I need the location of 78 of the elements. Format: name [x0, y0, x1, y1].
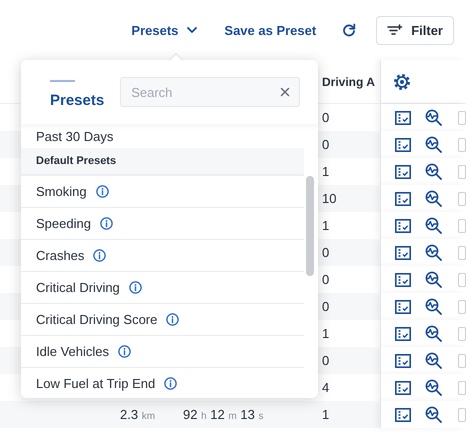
table-cell: 0	[322, 272, 330, 287]
info-icon[interactable]	[100, 217, 113, 230]
table-cell: 1	[322, 218, 330, 233]
magnifier-chart-icon[interactable]	[425, 109, 442, 126]
preset-item[interactable]: Smoking	[36, 184, 87, 199]
table-cell: 1	[322, 326, 330, 341]
row-checkbox[interactable]	[458, 326, 466, 340]
info-icon[interactable]	[128, 281, 142, 294]
row-checkbox[interactable]	[458, 272, 466, 286]
preset-item[interactable]: Critical Driving	[36, 280, 120, 295]
filter-icon	[387, 24, 404, 36]
clear-icon[interactable]	[280, 87, 290, 97]
scrollbar-thumb[interactable]	[306, 176, 314, 276]
table-cell: 4	[322, 380, 330, 395]
table-cell: 10	[322, 191, 336, 206]
table-cell: 1	[322, 164, 330, 179]
info-icon[interactable]	[96, 185, 109, 198]
info-icon[interactable]	[118, 345, 131, 358]
table-cell: 0	[322, 137, 330, 152]
info-icon[interactable]	[164, 377, 178, 390]
refresh-icon[interactable]	[342, 23, 356, 37]
checklist-icon[interactable]	[395, 380, 411, 394]
preset-item[interactable]: Crashes	[36, 248, 84, 263]
preset-item[interactable]: Critical Driving Score	[36, 312, 158, 327]
row-checkbox[interactable]	[458, 408, 466, 422]
column-header[interactable]: Driving A	[322, 74, 375, 88]
magnifier-chart-icon[interactable]	[425, 406, 442, 423]
row-checkbox[interactable]	[458, 300, 466, 314]
magnifier-chart-icon[interactable]	[425, 217, 442, 234]
row-checkbox[interactable]	[458, 354, 466, 368]
checklist-icon[interactable]	[395, 110, 411, 124]
magnifier-chart-icon[interactable]	[425, 298, 442, 315]
row-checkbox[interactable]	[458, 138, 466, 152]
checklist-icon[interactable]	[395, 246, 411, 260]
preset-item[interactable]: Past 30 Days	[36, 128, 114, 144]
checklist-icon[interactable]	[395, 272, 411, 286]
gear-icon[interactable]	[393, 72, 411, 90]
search-field[interactable]: Search	[120, 77, 300, 107]
table-cell: 1	[322, 407, 330, 422]
presets-tab[interactable]: Presets	[50, 80, 104, 108]
row-checkbox[interactable]	[458, 218, 466, 232]
magnifier-chart-icon[interactable]	[425, 136, 442, 153]
checklist-icon[interactable]	[395, 326, 411, 340]
table-cell: 92 h 12 m 13 s	[183, 407, 264, 422]
magnifier-chart-icon[interactable]	[425, 379, 442, 396]
checklist-icon[interactable]	[395, 408, 411, 422]
magnifier-chart-icon[interactable]	[425, 163, 442, 180]
section-heading: Default Presets	[21, 148, 304, 176]
preset-item[interactable]: Speeding	[36, 216, 91, 231]
row-checkbox[interactable]	[458, 380, 466, 394]
chevron-down-icon	[186, 26, 198, 34]
table-cell: 0	[322, 299, 330, 314]
checklist-icon[interactable]	[395, 164, 411, 178]
row-checkbox[interactable]	[458, 164, 466, 178]
preset-item[interactable]: Idle Vehicles	[36, 344, 109, 359]
magnifier-chart-icon[interactable]	[425, 325, 442, 342]
checklist-icon[interactable]	[395, 192, 411, 206]
row-checkbox[interactable]	[458, 110, 466, 124]
magnifier-chart-icon[interactable]	[425, 190, 442, 207]
magnifier-chart-icon[interactable]	[425, 271, 442, 288]
checklist-icon[interactable]	[395, 300, 411, 314]
table-cell: 0	[322, 353, 330, 368]
row-checkbox[interactable]	[458, 246, 466, 260]
table-cell: 2.3 km	[120, 407, 156, 422]
info-icon[interactable]	[166, 313, 180, 326]
checklist-icon[interactable]	[395, 354, 411, 368]
magnifier-chart-icon[interactable]	[425, 352, 442, 369]
table-cell: 0	[322, 110, 330, 125]
filter-button[interactable]: Filter	[376, 16, 454, 44]
table-cell: 0	[322, 245, 330, 260]
preset-item[interactable]: Low Fuel at Trip End	[36, 376, 156, 391]
presets-dropdown-button[interactable]: Presets	[131, 18, 198, 42]
checklist-icon[interactable]	[395, 218, 411, 232]
checklist-icon[interactable]	[395, 138, 411, 152]
row-checkbox[interactable]	[458, 192, 466, 206]
save-as-preset-button[interactable]: Save as Preset	[224, 18, 316, 42]
magnifier-chart-icon[interactable]	[425, 244, 442, 261]
info-icon[interactable]	[93, 249, 106, 262]
